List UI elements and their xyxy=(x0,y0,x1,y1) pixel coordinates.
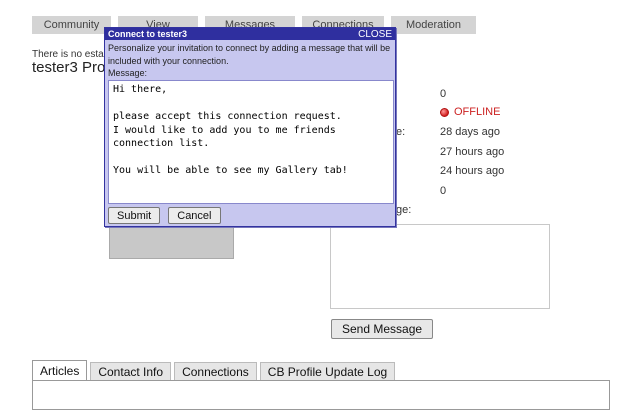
page-title: tester3 Profi xyxy=(32,59,113,76)
nav-tab-moderation[interactable]: Moderation xyxy=(391,16,476,34)
stat-hits: 0 xyxy=(440,88,447,100)
dialog-actions: Submit Cancel xyxy=(108,207,221,224)
submit-button[interactable]: Submit xyxy=(108,207,161,224)
stat-member-since: 28 days ago xyxy=(440,126,500,138)
status-text: OFFLINE xyxy=(454,106,501,118)
send-message-button[interactable]: Send Message xyxy=(331,319,434,339)
dialog-close-button[interactable]: CLOSE xyxy=(358,29,392,40)
connection-message-input[interactable]: Hi there, please accept this connection … xyxy=(108,80,394,204)
tab-cb-profile-update-log[interactable]: CB Profile Update Log xyxy=(259,362,396,380)
tab-articles[interactable]: Articles xyxy=(32,360,88,380)
quick-message-input[interactable] xyxy=(330,224,550,309)
stat-connections: 0 xyxy=(440,185,447,197)
profile-tabs: Articles Contact Info Connections CB Pro… xyxy=(32,360,396,380)
connect-dialog: Connect to tester3 CLOSE Personalize you… xyxy=(104,27,396,227)
stat-last-online: 27 hours ago xyxy=(440,146,505,158)
dialog-titlebar[interactable]: Connect to tester3 CLOSE xyxy=(105,28,395,40)
message-label-fragment: ge: xyxy=(396,204,412,216)
stat-label-fragment: e: xyxy=(396,126,406,138)
dialog-title: Connect to tester3 xyxy=(108,29,188,39)
dialog-message-label: Message: xyxy=(108,68,148,78)
dialog-description: Personalize your invitation to connect b… xyxy=(108,43,391,66)
status-badge: OFFLINE xyxy=(440,106,500,118)
nav-tab-community[interactable]: Community xyxy=(32,16,111,34)
stat-last-updated: 24 hours ago xyxy=(440,165,505,177)
tab-contact-info[interactable]: Contact Info xyxy=(90,362,172,380)
cancel-button[interactable]: Cancel xyxy=(168,207,221,224)
tab-connections[interactable]: Connections xyxy=(174,362,257,380)
tab-panel xyxy=(32,380,610,410)
offline-status-icon xyxy=(440,107,449,117)
avatar xyxy=(109,226,234,259)
